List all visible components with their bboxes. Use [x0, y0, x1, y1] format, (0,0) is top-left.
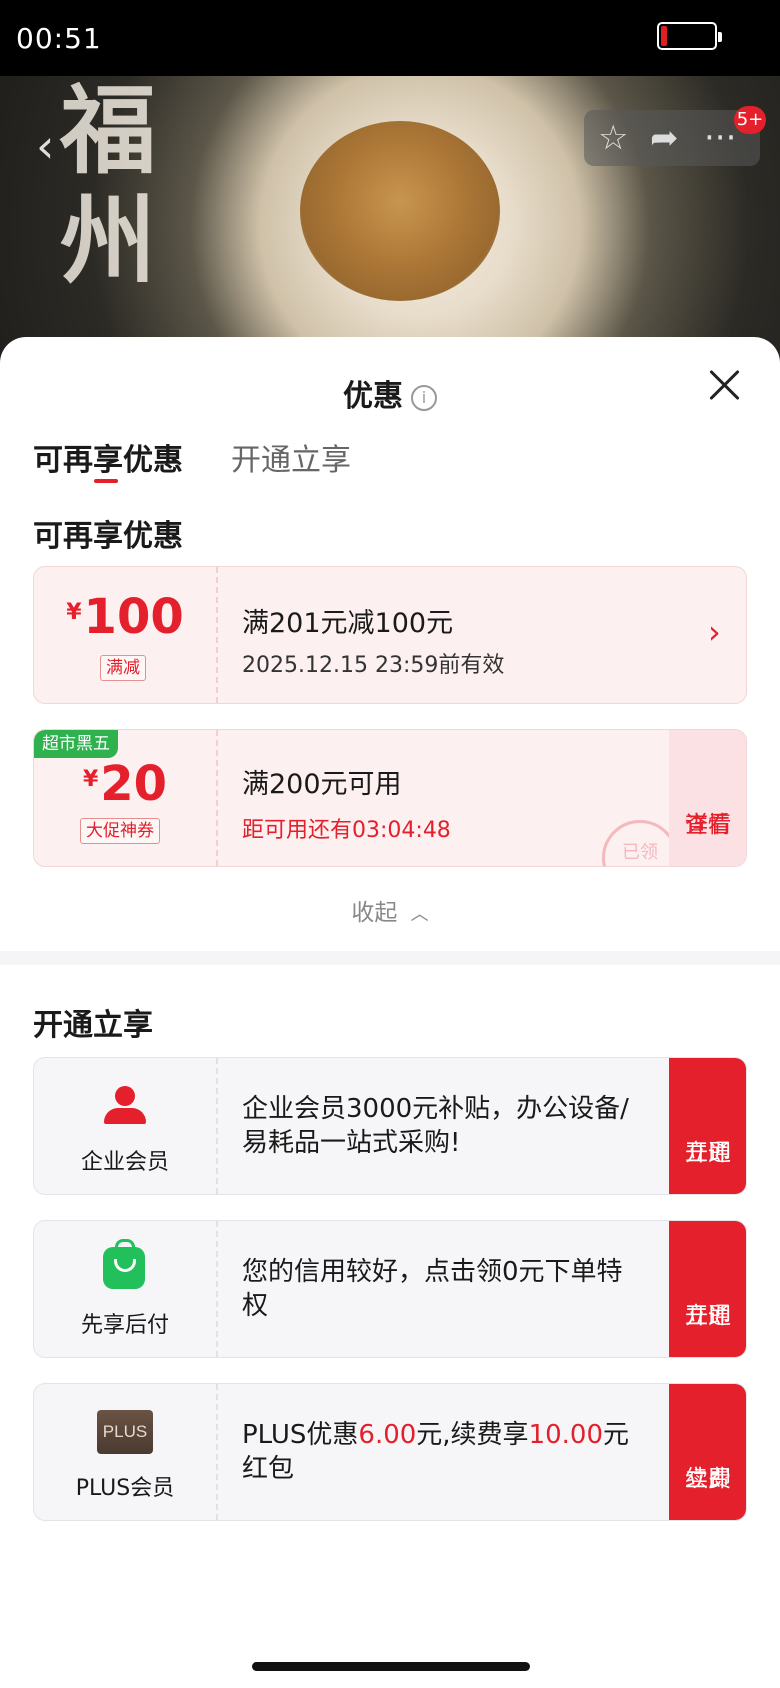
home-indicator[interactable] — [252, 1662, 530, 1671]
discount-sheet: 优惠 i 可再享优惠 开通立享 可再享优惠 ¥100 满减 满201元减100元 … — [0, 337, 780, 1688]
membership-description: 您的信用较好，点击领0元下单特权 — [242, 1257, 623, 1321]
section-divider — [0, 951, 780, 965]
renew-button[interactable]: 立即 续费 — [669, 1384, 746, 1520]
sheet-title: 优惠 — [343, 379, 403, 414]
section-title-membership: 开通立享 — [33, 1008, 153, 1043]
coupon-type-tag: 满减 — [100, 655, 146, 681]
coupon-divider — [216, 730, 218, 866]
membership-divider — [216, 1384, 218, 1520]
star-icon[interactable]: ☆ — [598, 118, 628, 158]
share-icon[interactable]: ➦ — [650, 118, 679, 158]
chevron-up-icon: ︿ — [410, 904, 429, 925]
coupon-divider — [216, 567, 218, 703]
membership-divider — [216, 1058, 218, 1194]
status-time: 00:51 — [16, 22, 102, 55]
activate-button[interactable]: 立即 开通 — [669, 1221, 746, 1357]
promo-corner-tag: 超市黑五 — [34, 730, 118, 758]
tab-underline — [94, 479, 118, 483]
tab-membership[interactable]: 开通立享 — [231, 435, 351, 479]
back-arrow-icon[interactable]: ‹ — [36, 116, 76, 176]
coupon-countdown: 距可用还有03:04:48 — [242, 818, 451, 843]
coupon-description: 满200元可用 — [242, 769, 402, 800]
membership-icon-area: PLUS PLUS会员 — [34, 1384, 216, 1520]
membership-name: PLUS会员 — [75, 1476, 175, 1501]
coupon-value: 100 — [83, 589, 184, 645]
currency-symbol: ¥ — [66, 600, 82, 625]
currency-symbol: ¥ — [82, 767, 99, 792]
membership-icon-area: 企业会员 — [34, 1058, 216, 1194]
collapse-label: 收起 — [351, 900, 398, 926]
sheet-header: 优惠 i — [0, 371, 780, 415]
tab-available[interactable]: 可再享优惠 — [33, 435, 183, 483]
coupon-card[interactable]: ¥100 满减 满201元减100元 2025.12.15 23:59前有效 › — [33, 566, 747, 704]
collapse-toggle[interactable]: 收起 ︿ — [0, 893, 780, 927]
product-image: 福州 ‹ ☆ ➦ ··· 5+ — [0, 76, 780, 366]
status-bar: 00:51 — [0, 0, 780, 76]
plus-desc-text: 元,续费享 — [416, 1420, 529, 1450]
membership-card-paylater[interactable]: 先享后付 您的信用较好，点击领0元下单特权 立即 开通 — [33, 1220, 747, 1358]
tab-membership-label: 开通立享 — [231, 443, 351, 478]
coupon-description: 满201元减100元 — [242, 608, 454, 639]
claimed-stamp: 已领 — [602, 820, 678, 866]
notification-badge: 5+ — [734, 106, 766, 134]
more-icon[interactable]: ··· — [704, 118, 736, 158]
coupon-amount: ¥20 — [34, 756, 216, 812]
chevron-right-icon[interactable]: › — [708, 613, 721, 651]
coupon-expiry: 2025.12.15 23:59前有效 — [242, 653, 505, 678]
activate-button[interactable]: 立即 开通 — [669, 1058, 746, 1194]
shopping-bag-icon — [103, 1239, 145, 1289]
coupon-card[interactable]: ¥20 大促神券 超市黑五 满200元可用 距可用还有03:04:48 已领 查… — [33, 729, 747, 867]
plus-renewal-amount: 10.00 — [528, 1420, 603, 1450]
view-details-line2: 详情 — [685, 812, 731, 838]
coupon-type-tag: 大促神券 — [80, 818, 160, 844]
membership-description: 企业会员3000元补贴，办公设备/易耗品一站式采购! — [242, 1094, 629, 1158]
coupon-value: 20 — [100, 756, 168, 812]
plus-discount-amount: 6.00 — [358, 1420, 417, 1450]
plus-desc-text: PLUS优惠 — [242, 1420, 359, 1450]
plus-logo-icon: PLUS — [97, 1410, 153, 1454]
battery-icon — [657, 22, 722, 50]
person-icon — [104, 1086, 146, 1128]
membership-icon-area: 先享后付 — [34, 1221, 216, 1357]
coupon-amount-area: ¥100 满减 — [34, 567, 216, 703]
membership-description: PLUS优惠6.00元,续费享10.00元红包 — [242, 1418, 642, 1486]
info-icon[interactable]: i — [411, 385, 437, 411]
membership-divider — [216, 1221, 218, 1357]
dumpling-image — [300, 121, 500, 301]
activate-line2: 开通 — [685, 1303, 731, 1329]
membership-name: 先享后付 — [80, 1313, 169, 1338]
calligraphy-text: 福州 — [60, 76, 156, 297]
tab-available-label: 可再享优惠 — [33, 443, 183, 478]
section-title-available: 可再享优惠 — [33, 519, 183, 554]
close-icon[interactable] — [704, 365, 744, 405]
view-details-button[interactable]: 查看 详情 — [669, 730, 746, 866]
membership-card-enterprise[interactable]: 企业会员 企业会员3000元补贴，办公设备/易耗品一站式采购! 立即 开通 — [33, 1057, 747, 1195]
renew-line2: 续费 — [685, 1466, 731, 1492]
membership-card-plus[interactable]: PLUS PLUS会员 PLUS优惠6.00元,续费享10.00元红包 立即 续费 — [33, 1383, 747, 1521]
membership-name: 企业会员 — [80, 1150, 169, 1175]
coupon-amount: ¥100 — [34, 589, 216, 645]
activate-line2: 开通 — [685, 1140, 731, 1166]
